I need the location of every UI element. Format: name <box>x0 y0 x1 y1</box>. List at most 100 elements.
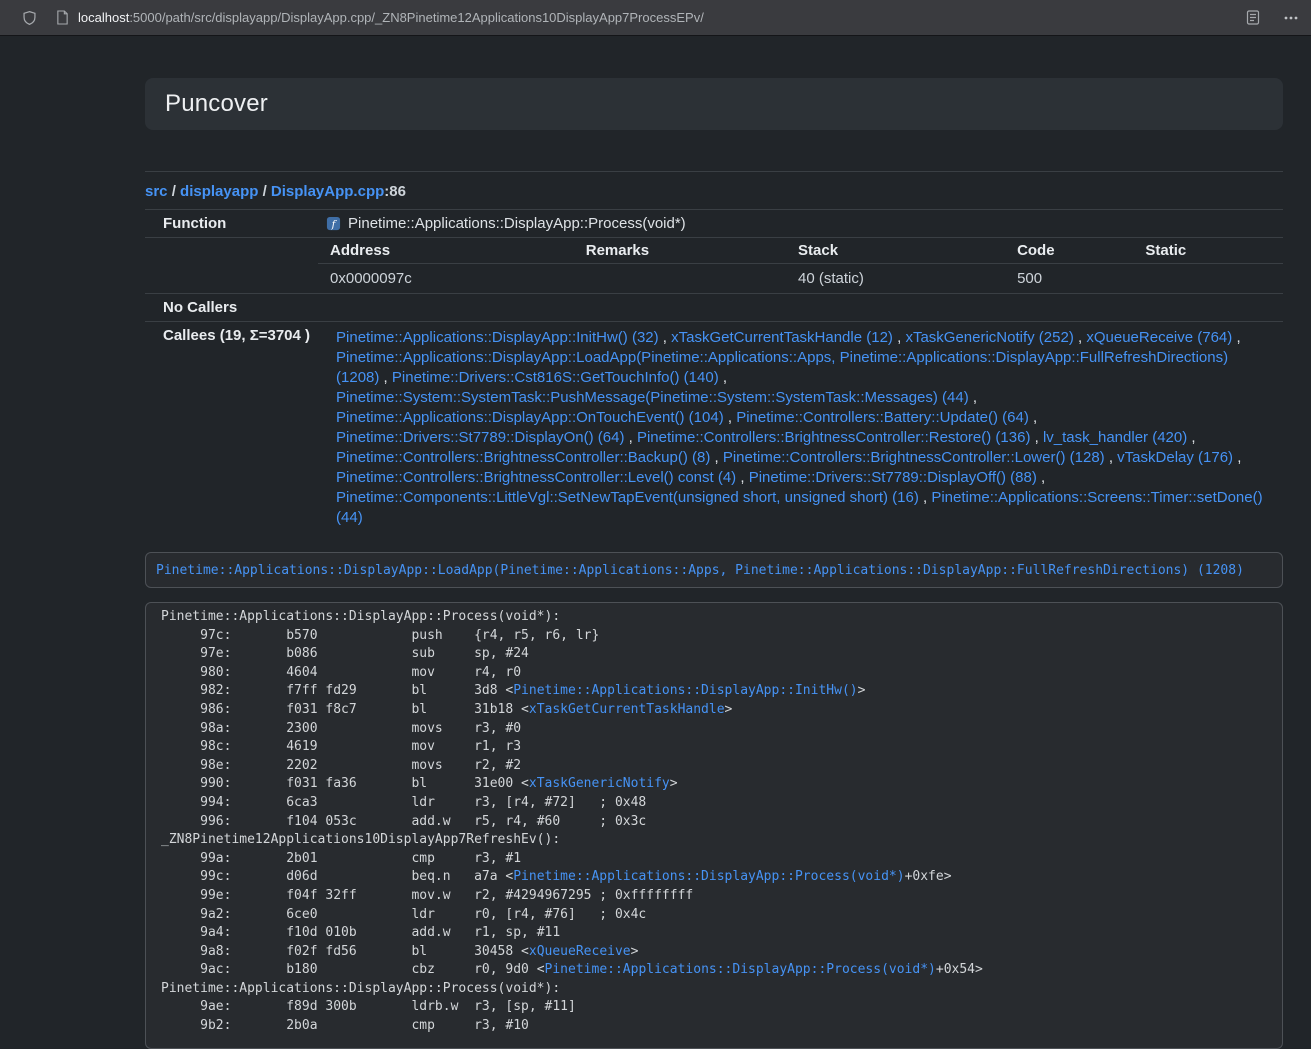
callee-link[interactable]: Pinetime::Controllers::BrightnessControl… <box>336 469 736 486</box>
function-symbol: Pinetime::Applications::DisplayApp::Proc… <box>348 215 686 232</box>
code-line: 98c: 4619 mov r1, r3 <box>161 738 1267 757</box>
reader-mode-icon[interactable] <box>1245 9 1261 26</box>
symbol-link[interactable]: Pinetime::Applications::DisplayApp::Proc… <box>513 869 904 884</box>
callee-link[interactable]: Pinetime::Drivers::St7789::DisplayOff() … <box>749 469 1037 486</box>
breadcrumb-link[interactable]: displayapp <box>180 183 258 200</box>
code-line: 990: f031 fa36 bl 31e00 <xTaskGenericNot… <box>161 775 1267 794</box>
callee-separator: , <box>1105 449 1118 466</box>
code-line: 986: f031 f8c7 bl 31b18 <xTaskGetCurrent… <box>161 701 1267 720</box>
highlighted-symbol-link[interactable]: Pinetime::Applications::DisplayApp::Load… <box>156 563 1244 578</box>
divider <box>145 171 1283 172</box>
code-line: 9ac: b180 cbz r0, 9d0 <Pinetime::Applica… <box>161 961 1267 980</box>
code-line: 9b2: 2b0a cmp r3, #10 <box>161 1017 1267 1036</box>
callee-separator: , <box>719 369 727 386</box>
callee-link[interactable]: Pinetime::Drivers::Cst816S::GetTouchInfo… <box>392 369 719 386</box>
page-container: Puncover src / displayapp / DisplayApp.c… <box>145 78 1283 1049</box>
stats-value-row: 0x0000097c 40 (static) 500 <box>318 264 1283 294</box>
stats-row-spacer <box>145 238 318 294</box>
function-row: Function f Pinetime::Applications::Displ… <box>145 210 1283 238</box>
callee-link[interactable]: Pinetime::Controllers::BrightnessControl… <box>723 449 1105 466</box>
callee-link[interactable]: Pinetime::Controllers::BrightnessControl… <box>336 449 710 466</box>
callee-separator: , <box>1074 329 1087 346</box>
breadcrumb-link[interactable]: DisplayApp.cpp <box>271 183 384 200</box>
callee-link[interactable]: Pinetime::Components::LittleVgl::SetNewT… <box>336 489 919 506</box>
callee-link[interactable]: lv_task_handler (420) <box>1043 429 1187 446</box>
callee-link[interactable]: xQueueReceive (764) <box>1086 329 1232 346</box>
callee-separator: , <box>1029 409 1037 426</box>
code-line: 9a4: f10d 010b add.w r1, sp, #11 <box>161 924 1267 943</box>
stats-header-row: Address Remarks Stack Code Static <box>318 238 1283 264</box>
callee-link[interactable]: Pinetime::System::SystemTask::PushMessag… <box>336 389 969 406</box>
stat-stack: 40 (static) <box>786 264 1005 294</box>
stats-table: Address Remarks Stack Code Static 0x0000… <box>318 238 1283 293</box>
symbol-link[interactable]: xTaskGenericNotify <box>529 776 670 791</box>
callee-separator: , <box>724 409 737 426</box>
callee-link[interactable]: Pinetime::Drivers::St7789::DisplayOn() (… <box>336 429 624 446</box>
col-remarks: Remarks <box>574 238 786 264</box>
code-line: 99c: d06d beq.n a7a <Pinetime::Applicati… <box>161 868 1267 887</box>
callee-separator: , <box>624 429 637 446</box>
symbol-link[interactable]: Pinetime::Applications::DisplayApp::Proc… <box>545 962 936 977</box>
callee-separator: , <box>1232 329 1240 346</box>
stat-remarks <box>574 264 786 294</box>
code-line: 996: f104 053c add.w r5, r4, #60 ; 0x3c <box>161 813 1267 832</box>
callee-link[interactable]: Pinetime::Controllers::BrightnessControl… <box>637 429 1030 446</box>
col-stack: Stack <box>786 238 1005 264</box>
code-line: 99e: f04f 32ff mov.w r2, #4294967295 ; 0… <box>161 887 1267 906</box>
disassembly-box: Pinetime::Applications::DisplayApp::Proc… <box>145 602 1283 1049</box>
function-icon: f <box>326 216 341 231</box>
code-line: 99a: 2b01 cmp r3, #1 <box>161 850 1267 869</box>
url-path: :5000/path/src/displayapp/DisplayApp.cpp… <box>129 10 704 25</box>
no-callers-label: No Callers <box>145 294 318 322</box>
code-line: 97c: b570 push {r4, r5, r6, lr} <box>161 627 1267 646</box>
breadcrumb-separator: / <box>258 183 271 200</box>
code-line: _ZN8Pinetime12Applications10DisplayApp7R… <box>161 831 1267 850</box>
code-line: 994: 6ca3 ldr r3, [r4, #72] ; 0x48 <box>161 794 1267 813</box>
code-line: 98a: 2300 movs r3, #0 <box>161 720 1267 739</box>
app-title: Puncover <box>165 90 268 118</box>
callee-link[interactable]: xTaskGenericNotify (252) <box>905 329 1073 346</box>
code-line: Pinetime::Applications::DisplayApp::Proc… <box>161 980 1267 999</box>
callee-link[interactable]: Pinetime::Applications::DisplayApp::OnTo… <box>336 409 724 426</box>
no-callers-row: No Callers <box>145 294 1283 322</box>
code-line: 98e: 2202 movs r2, #2 <box>161 757 1267 776</box>
callee-separator: , <box>659 329 672 346</box>
col-code: Code <box>1005 238 1133 264</box>
function-label: Function <box>145 210 318 238</box>
callees-label: Callees (19, Σ=3704 ) <box>145 322 318 535</box>
callee-link[interactable]: Pinetime::Controllers::Battery::Update()… <box>736 409 1029 426</box>
url-text: localhost:5000/path/src/displayapp/Displ… <box>78 10 704 25</box>
symbol-link[interactable]: xTaskGetCurrentTaskHandle <box>529 702 725 717</box>
stats-row: Address Remarks Stack Code Static 0x0000… <box>145 238 1283 294</box>
callees-row: Callees (19, Σ=3704 ) Pinetime::Applicat… <box>145 322 1283 535</box>
callee-separator: , <box>1233 449 1241 466</box>
code-line: 980: 4604 mov r4, r0 <box>161 664 1267 683</box>
callee-link[interactable]: xTaskGetCurrentTaskHandle (12) <box>671 329 893 346</box>
shield-icon[interactable] <box>22 10 37 26</box>
overflow-menu-icon[interactable] <box>1283 10 1299 26</box>
callee-link[interactable]: vTaskDelay (176) <box>1117 449 1233 466</box>
callees-list: Pinetime::Applications::DisplayApp::Init… <box>318 322 1283 535</box>
code-line: 9a2: 6ce0 ldr r0, [r4, #76] ; 0x4c <box>161 906 1267 925</box>
callee-separator: , <box>919 489 932 506</box>
code-line: Pinetime::Applications::DisplayApp::Proc… <box>161 608 1267 627</box>
callee-link[interactable]: Pinetime::Applications::DisplayApp::Init… <box>336 329 659 346</box>
page-icon <box>56 10 69 25</box>
callee-separator: , <box>1037 469 1045 486</box>
symbol-link[interactable]: xQueueReceive <box>529 944 631 959</box>
callee-separator: , <box>710 449 723 466</box>
highlight-box: Pinetime::Applications::DisplayApp::Load… <box>145 552 1283 588</box>
breadcrumb-separator: / <box>168 183 181 200</box>
callee-separator: , <box>1187 429 1195 446</box>
breadcrumb-line-number: :86 <box>384 183 406 200</box>
callee-separator: , <box>893 329 906 346</box>
breadcrumb-link[interactable]: src <box>145 183 168 200</box>
callee-separator: , <box>969 389 977 406</box>
url-bar[interactable]: localhost:5000/path/src/displayapp/Displ… <box>37 10 1245 25</box>
callee-separator: , <box>379 369 392 386</box>
symbol-link[interactable]: Pinetime::Applications::DisplayApp::Init… <box>513 683 857 698</box>
code-line: 9a8: f02f fd56 bl 30458 <xQueueReceive> <box>161 943 1267 962</box>
code-line: 982: f7ff fd29 bl 3d8 <Pinetime::Applica… <box>161 682 1267 701</box>
url-host: localhost <box>78 10 129 25</box>
stat-address: 0x0000097c <box>318 264 574 294</box>
